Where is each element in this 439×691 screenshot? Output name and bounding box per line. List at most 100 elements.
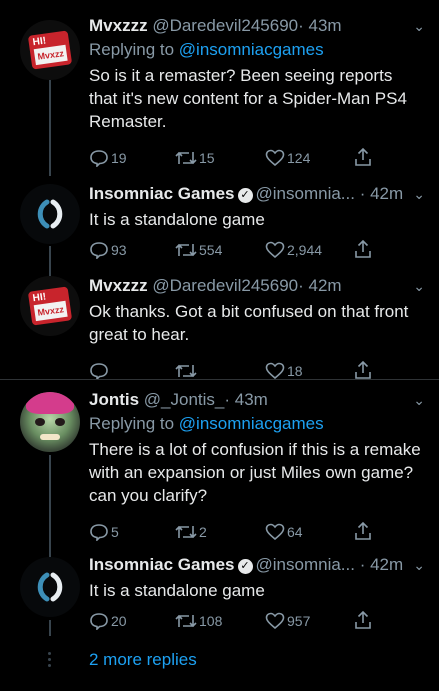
display-name[interactable]: Jontis: [89, 390, 139, 409]
chevron-down-icon[interactable]: ⌄: [413, 553, 425, 577]
reply-count: 19: [111, 150, 127, 166]
display-name[interactable]: Insomniac Games: [89, 184, 235, 203]
display-name[interactable]: Mvxzzz: [89, 16, 148, 35]
reply-icon: [90, 363, 108, 381]
verified-badge-icon: ✓: [237, 559, 253, 574]
mention-link[interactable]: @insomniacgames: [179, 40, 324, 59]
handle[interactable]: @Daredevil245690: [152, 16, 298, 35]
retweet-button[interactable]: 554: [175, 239, 222, 261]
tweet-header: Insomniac Games ✓ @insomnia... · 42m ⌄: [89, 553, 425, 577]
like-button[interactable]: 2,944: [265, 239, 322, 261]
like-button[interactable]: 124: [265, 147, 310, 169]
share-icon: [355, 610, 371, 629]
retweet-icon: [175, 364, 197, 378]
handle[interactable]: @_Jontis_: [144, 390, 225, 409]
heart-icon: [265, 241, 285, 259]
timestamp[interactable]: · 43m: [298, 16, 341, 35]
retweet-count: 554: [199, 242, 223, 258]
chevron-down-icon[interactable]: ⌄: [413, 274, 425, 298]
display-name[interactable]: Mvxzzz: [89, 276, 148, 295]
share-button[interactable]: [353, 610, 375, 632]
like-count: 18: [287, 363, 303, 379]
replying-to: Replying to @insomniacgames: [89, 414, 324, 433]
avatar[interactable]: [20, 557, 80, 617]
insomniac-logo: [37, 572, 63, 602]
reply-count: 5: [111, 524, 119, 540]
tweet-text: It is a standalone game: [89, 210, 265, 229]
retweet-count: 2: [199, 524, 207, 540]
like-count: 2,944: [287, 242, 323, 258]
verified-badge-icon: ✓: [237, 188, 253, 203]
retweet-icon: [175, 614, 197, 628]
tweet-text: It is a standalone game: [89, 581, 265, 600]
like-button[interactable]: 957: [265, 610, 310, 632]
like-button[interactable]: 64: [265, 521, 303, 543]
reply-icon: [90, 242, 108, 260]
handle[interactable]: @insomnia...: [256, 555, 355, 574]
handle[interactable]: @insomnia...: [256, 184, 355, 203]
tweet-actions: 19 15 124: [89, 147, 425, 169]
tweet-header: Mvxzzz @Daredevil245690· 42m ⌄: [89, 274, 425, 298]
like-count: 957: [287, 613, 311, 629]
heart-icon: [265, 523, 285, 541]
tweet-text: So is it a remaster? Been seeing reports…: [89, 66, 407, 131]
thread-dots: [48, 652, 51, 668]
share-button[interactable]: [353, 521, 375, 543]
retweet-count: 108: [199, 613, 223, 629]
timestamp[interactable]: · 42m: [298, 276, 341, 295]
chevron-down-icon[interactable]: ⌄: [413, 14, 425, 38]
tweet-header: Mvxzzz @Daredevil245690· 43m ⌄: [89, 14, 425, 38]
heart-icon: [265, 362, 285, 380]
insomniac-logo: [37, 199, 63, 229]
replying-to: Replying to @insomniacgames: [89, 40, 324, 59]
reply-button[interactable]: 5: [89, 521, 119, 543]
tweet-header: Jontis @_Jontis_· 43m ⌄: [89, 388, 425, 412]
reply-icon: [90, 524, 108, 542]
retweet-count: 15: [199, 150, 215, 166]
share-icon: [355, 521, 371, 540]
reply-icon: [90, 150, 108, 168]
retweet-button[interactable]: 15: [175, 147, 215, 169]
share-icon: [355, 360, 371, 379]
avatar-hello-sticker: HI! Mvxzz: [27, 286, 73, 326]
share-icon: [355, 147, 371, 166]
timestamp[interactable]: · 42m: [360, 555, 403, 574]
mention-link[interactable]: @insomniacgames: [179, 414, 324, 433]
share-button[interactable]: [353, 147, 375, 169]
more-replies-link[interactable]: 2 more replies: [89, 650, 197, 670]
tweet-header: Insomniac Games ✓ @insomnia... · 42m ⌄: [89, 182, 425, 206]
avatar-hello-sticker: HI! Mvxzz: [27, 30, 73, 70]
retweet-button[interactable]: 108: [175, 610, 222, 632]
heart-icon: [265, 149, 285, 167]
timestamp[interactable]: · 43m: [224, 390, 267, 409]
reply-button[interactable]: 93: [89, 239, 127, 261]
tweet[interactable]: HI! Mvxzz Mvxzzz @Daredevil245690· 43m ⌄…: [0, 0, 439, 176]
tweet-actions: 5 2 64: [89, 521, 425, 543]
retweet-icon: [175, 151, 197, 165]
reply-count: 20: [111, 613, 127, 629]
handle[interactable]: @Daredevil245690: [152, 276, 298, 295]
tweet[interactable]: Insomniac Games ✓ @insomnia... · 42m ⌄ It …: [0, 545, 439, 637]
retweet-button[interactable]: 2: [175, 521, 207, 543]
retweet-icon: [175, 243, 197, 257]
reply-icon: [90, 613, 108, 631]
reply-count: 93: [111, 242, 127, 258]
avatar[interactable]: [20, 392, 80, 452]
avatar[interactable]: [20, 184, 80, 244]
reply-button[interactable]: 20: [89, 610, 127, 632]
tweet[interactable]: HI! Mvxzz Mvxzzz @Daredevil245690· 42m ⌄…: [0, 266, 439, 381]
tweet-actions: 93 554 2,944: [89, 239, 425, 261]
avatar[interactable]: HI! Mvxzz: [20, 276, 80, 336]
timestamp[interactable]: · 42m: [360, 184, 403, 203]
reply-button[interactable]: 19: [89, 147, 127, 169]
retweet-icon: [175, 525, 197, 539]
tweet-actions: 20 108 957: [89, 610, 425, 632]
avatar[interactable]: HI! Mvxzz: [20, 20, 80, 80]
share-button[interactable]: [353, 239, 375, 261]
tweet[interactable]: Insomniac Games ✓ @insomnia... · 42m ⌄ It …: [0, 176, 439, 266]
display-name[interactable]: Insomniac Games: [89, 555, 235, 574]
chevron-down-icon[interactable]: ⌄: [413, 388, 425, 412]
tweet-text: There is a lot of confusion if this is a…: [89, 440, 421, 505]
tweet[interactable]: Jontis @_Jontis_· 43m ⌄ Replying to @ins…: [0, 380, 439, 545]
chevron-down-icon[interactable]: ⌄: [413, 182, 425, 206]
